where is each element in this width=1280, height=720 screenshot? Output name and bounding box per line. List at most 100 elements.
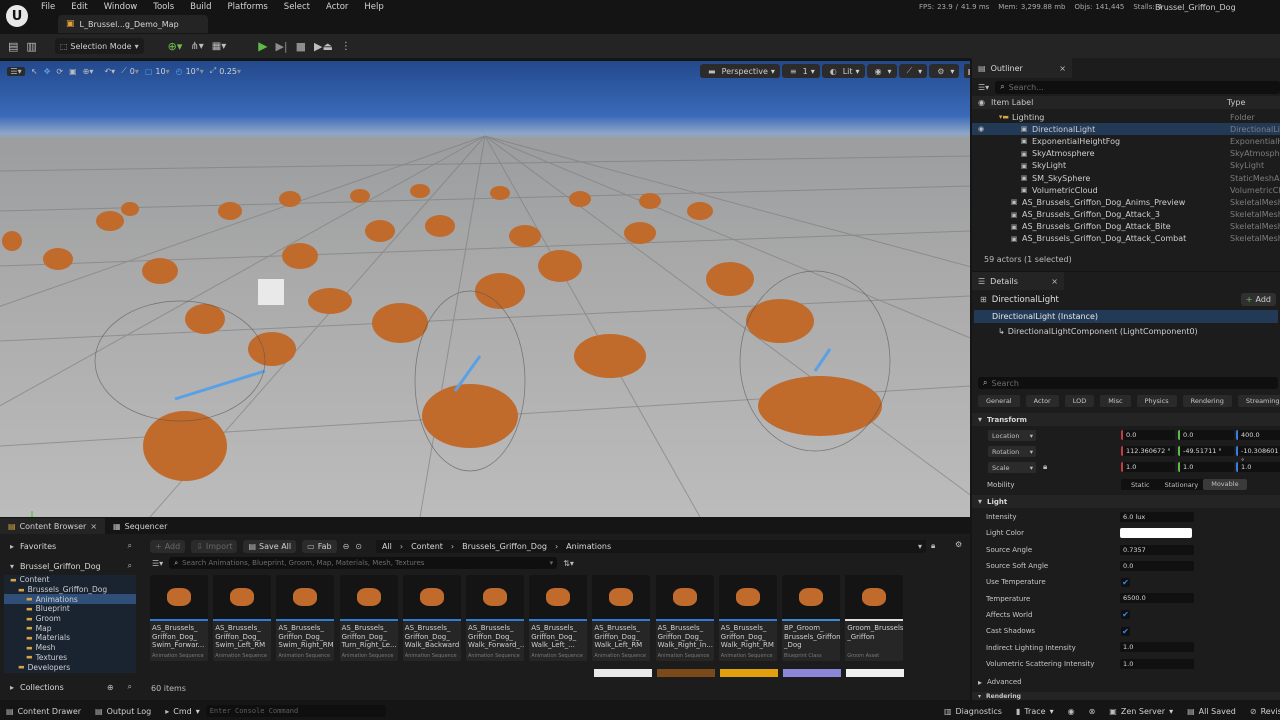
folder-tree-item[interactable]: ▬Engine xyxy=(4,672,136,673)
lock-icon[interactable]: 🔒︎ xyxy=(931,541,935,551)
content-icon[interactable]: ▥ xyxy=(26,40,36,53)
outliner-row[interactable]: ▣ SkyLight SkyLight xyxy=(972,160,1280,172)
scale-dropdown[interactable]: Scale ▾ xyxy=(988,462,1036,473)
property-value[interactable]: 1.0 xyxy=(1120,658,1194,669)
content-drawer-button[interactable]: ▤ Content Drawer xyxy=(6,707,81,716)
asset-tile[interactable]: AS_Brussels_ Griffon_Dog_ Swim_Forwar...… xyxy=(150,575,208,661)
col-item-label[interactable]: Item Label xyxy=(991,98,1033,107)
menu-select[interactable]: Select xyxy=(284,2,310,12)
property-value[interactable]: 1.0 xyxy=(1120,642,1194,653)
unreal-logo[interactable]: U xyxy=(6,5,28,27)
search-icon[interactable]: ⌕ xyxy=(128,541,132,551)
fab-button[interactable]: ▭ Fab xyxy=(302,539,337,553)
menu-platforms[interactable]: Platforms xyxy=(228,2,268,12)
menu-help[interactable]: Help xyxy=(364,2,383,12)
asset-tile[interactable]: AS_Brussels_ Griffon_Dog_ Walk_Left_RM An… xyxy=(592,575,651,661)
folder-tree-item[interactable]: ▬ Brussels_Griffon_Dog xyxy=(4,585,136,595)
outliner-row[interactable]: ▣ AS_Brussels_Griffon_Dog_Attack_Bite Skel… xyxy=(972,221,1280,233)
search-icon[interactable]: ⌕ xyxy=(128,682,132,692)
outliner-tab[interactable]: ▤ Outliner × xyxy=(972,58,1072,78)
angle-snap-value[interactable]: 10° xyxy=(186,67,200,76)
cat-actor[interactable]: Actor xyxy=(1025,395,1059,407)
save-all-button[interactable]: ▤ Save All xyxy=(243,539,297,553)
rotation-y[interactable]: -49.51711 ° xyxy=(1178,446,1234,456)
scale-x[interactable]: 1.0 xyxy=(1121,462,1175,472)
source-control-icon[interactable]: ⊗ xyxy=(1089,707,1096,716)
outliner-row[interactable]: ▣ ExponentialHeightFog ExponentialHe xyxy=(972,135,1280,147)
property-value[interactable]: 6.0 lux xyxy=(1120,512,1194,522)
output-log-button[interactable]: ▤ Output Log xyxy=(95,707,151,716)
outliner-search[interactable]: ⌕ Search... xyxy=(995,80,1280,94)
scale-snap-icon[interactable]: ⤢ xyxy=(210,66,216,76)
add-actor-icon[interactable]: ⊕▾ xyxy=(168,40,183,53)
rotation-snap-icon[interactable]: ⟋ xyxy=(121,66,127,76)
menu-build[interactable]: Build xyxy=(190,2,211,12)
record-icon[interactable]: ◉ xyxy=(1068,707,1075,716)
add-button[interactable]: + Add xyxy=(150,539,186,553)
blueprint-icon[interactable]: ⋔▾ xyxy=(190,41,203,52)
close-icon[interactable]: × xyxy=(1051,277,1058,286)
asset-tile[interactable]: AS_Brussels_ Griffon_Dog_ Walk_Right_RM A… xyxy=(718,575,777,661)
asset-tile[interactable]: AS_Brussels_ Griffon_Dog_ Swim_Right_RM A… xyxy=(276,575,335,661)
cmd-dropdown[interactable]: ▸ Cmd ▾ xyxy=(165,707,200,716)
asset-tile[interactable]: Groom_Brussels _Griffon Groom Asset xyxy=(845,575,904,661)
history-back-icon[interactable]: ⊖ xyxy=(343,542,350,551)
add-component-button[interactable]: + Add xyxy=(1240,293,1276,306)
settings-dropdown[interactable]: ⚙ ▾ xyxy=(929,64,960,78)
asset-tile[interactable]: BP_Groom_ Brussels_Griffon _Dog Blueprint… xyxy=(782,575,840,661)
content-browser-tab[interactable]: ▤ Content Browser × xyxy=(0,518,106,534)
selection-mode-dropdown[interactable]: ⬚ Selection Mode ▾ xyxy=(54,38,144,54)
import-button[interactable]: ⇩ Import xyxy=(191,539,238,553)
breadcrumb-content[interactable]: Content xyxy=(411,542,443,551)
asset-tile[interactable]: AS_Brussels_ Griffon_Dog_ Turn_Right_Le.… xyxy=(339,575,398,661)
layer-dropdown[interactable]: ≡ 1 ▾ xyxy=(781,64,820,78)
translate-tool-icon[interactable]: ✥ xyxy=(44,67,51,76)
property-checkbox[interactable]: ✔ xyxy=(1121,626,1130,636)
folder-tree-item[interactable]: ▬ Content xyxy=(4,575,136,585)
sequencer-tab[interactable]: ▦ Sequencer xyxy=(105,518,175,534)
lock-icon[interactable]: 🔒︎ xyxy=(1043,462,1047,472)
details-instance-row[interactable]: DirectionalLight (Instance) xyxy=(974,310,1278,323)
property-checkbox[interactable]: ✔ xyxy=(1121,610,1130,620)
menu-edit[interactable]: Edit xyxy=(71,2,87,12)
details-component-row[interactable]: ↳ DirectionalLightComponent (LightCompon… xyxy=(972,324,1280,338)
filter-icon[interactable]: ☰▾ xyxy=(152,559,163,568)
details-search[interactable]: ⌕ Search xyxy=(978,377,1278,389)
light-header[interactable]: ▾ Light xyxy=(972,495,1280,508)
outliner-row[interactable]: ▣ VolumetricCloud VolumetricClo xyxy=(972,184,1280,196)
favorites-row[interactable]: ▸ Favorites ⌕ xyxy=(0,538,140,554)
cat-streaming[interactable]: Streaming xyxy=(1237,395,1280,407)
chevron-down-icon[interactable]: ▾ xyxy=(918,542,922,551)
close-icon[interactable]: × xyxy=(90,522,97,531)
cat-rendering[interactable]: Rendering xyxy=(1182,395,1232,407)
folder-tree-item[interactable]: ▬ Blueprint xyxy=(4,604,136,614)
mobility-static[interactable]: Static xyxy=(1121,481,1160,489)
location-z[interactable]: 400.0 xyxy=(1236,430,1280,440)
viewport-options-icon[interactable]: ☰▾ xyxy=(7,66,25,76)
property-value[interactable]: 0.7357 xyxy=(1120,544,1194,555)
folder-tree-item[interactable]: ▬ Materials xyxy=(4,633,136,643)
breadcrumb-project[interactable]: Brussels_Griffon_Dog xyxy=(462,542,547,551)
asset-search[interactable]: ⌕ Search Animations, Blueprint, Groom, M… xyxy=(169,557,558,569)
diagnostics-button[interactable]: ▥ Diagnostics xyxy=(944,707,1002,716)
layout-icon[interactable]: ▦ xyxy=(964,64,970,78)
folder-tree-item[interactable]: ▬ Mesh xyxy=(4,643,136,653)
outliner-row[interactable]: ▣ SM_SkySphere StaticMeshA xyxy=(972,172,1280,184)
rendering-header[interactable]: ▾ Rendering xyxy=(972,692,1280,700)
menu-actor[interactable]: Actor xyxy=(326,2,348,12)
folder-tree-item[interactable]: ▬ Textures xyxy=(4,653,136,663)
save-icon[interactable]: ▤ xyxy=(8,40,18,53)
trace-dropdown[interactable]: ▮ Trace ▾ xyxy=(1016,707,1054,716)
zen-server-button[interactable]: ▣ Zen Server ▾ xyxy=(1109,707,1173,716)
settings-icon[interactable]: ⚙ xyxy=(955,540,962,549)
add-collection-icon[interactable]: ⊕ xyxy=(107,683,114,692)
asset-tile[interactable]: AS_Brussels_ Griffon_Dog_ Walk_Forward_.… xyxy=(466,575,524,661)
asset-tile[interactable]: AS_Brussels_ Griffon_Dog_ Walk_Left_... A… xyxy=(529,575,588,661)
mobility-stationary[interactable]: Stationary xyxy=(1160,481,1204,489)
asset-tile[interactable]: AS_Brussels_ Griffon_Dog_ Walk_Right_In.… xyxy=(655,575,714,661)
all-saved-button[interactable]: ▤ All Saved xyxy=(1187,707,1236,716)
outliner-row[interactable]: ◉ ▣ DirectionalLight DirectionalLig xyxy=(972,123,1280,136)
eject-button[interactable]: ▶⏏ xyxy=(314,40,333,53)
breadcrumb-animations[interactable]: Animations xyxy=(566,542,611,551)
rotation-dropdown[interactable]: Rotation ▾ xyxy=(988,446,1036,457)
